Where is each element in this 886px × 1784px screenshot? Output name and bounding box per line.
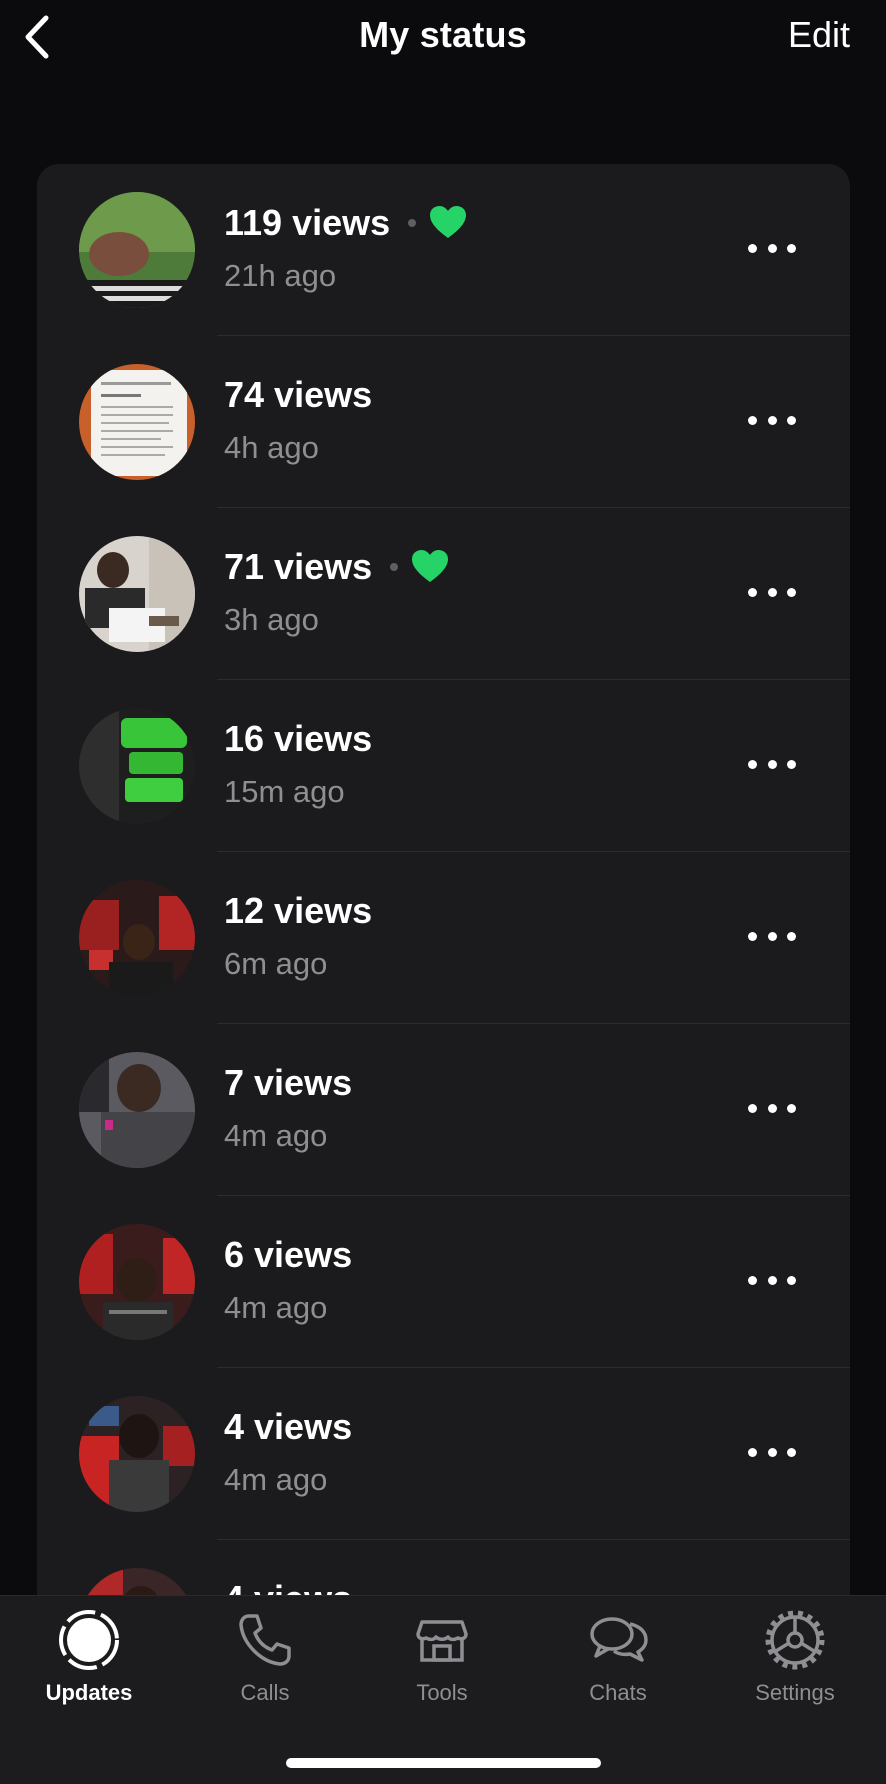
views-label: 6 views — [224, 1234, 353, 1275]
views-label: 12 views — [224, 890, 373, 931]
time-ago: 4m ago — [224, 1290, 328, 1325]
status-row[interactable]: 6 views 4m ago — [37, 1196, 850, 1368]
more-options-button[interactable] — [748, 228, 796, 268]
time-ago: 4h ago — [224, 430, 319, 465]
tab-label: Chats — [589, 1680, 647, 1705]
status-row[interactable]: 4 views 4m ago — [37, 1368, 850, 1540]
ellipsis-icon — [748, 931, 757, 941]
more-options-button[interactable] — [748, 1088, 796, 1128]
phone-icon — [239, 1614, 291, 1666]
my-status-screen: My status Edit 119 views 21h ago 74 view… — [0, 0, 886, 1784]
separator-dot — [408, 219, 417, 227]
status-thumbnail — [79, 1052, 195, 1168]
views-label: 71 views — [224, 546, 373, 587]
header: My status Edit — [0, 0, 886, 80]
tab-label: Tools — [416, 1680, 468, 1705]
time-ago: 4m ago — [224, 1462, 328, 1497]
status-thumbnail — [79, 708, 195, 824]
status-thumbnail — [79, 364, 195, 480]
tab-settings[interactable]: Settings — [715, 1608, 875, 1706]
time-ago: 3h ago — [224, 602, 319, 637]
views-label: 7 views — [224, 1062, 353, 1103]
ellipsis-icon — [748, 1447, 757, 1457]
separator-dot — [390, 563, 399, 571]
tab-bar: Updates Calls Tools Chats Settings — [0, 1595, 886, 1784]
more-options-button[interactable] — [748, 572, 796, 612]
views-count: 4 views — [224, 1406, 352, 1448]
status-thumbnail — [79, 880, 195, 996]
status-thumbnail — [79, 192, 195, 308]
ellipsis-icon — [748, 243, 757, 253]
views-count: 7 views — [224, 1062, 352, 1104]
status-thumbnail — [79, 536, 195, 652]
time-ago: 15m ago — [224, 774, 345, 809]
home-indicator[interactable] — [286, 1758, 601, 1768]
views-count: 12 views — [224, 890, 372, 932]
page-title: My status — [359, 14, 527, 55]
status-row[interactable]: 16 views 15m ago — [37, 680, 850, 852]
status-row[interactable]: 12 views 6m ago — [37, 852, 850, 1024]
heart-icon — [412, 550, 449, 582]
tab-label: Calls — [240, 1680, 290, 1705]
tab-tools[interactable]: Tools — [362, 1608, 522, 1706]
status-thumbnail — [79, 1224, 195, 1340]
ellipsis-icon — [748, 415, 757, 425]
views-count: 74 views — [224, 374, 372, 416]
tab-chats[interactable]: Chats — [538, 1608, 698, 1706]
more-options-button[interactable] — [748, 916, 796, 956]
tab-updates[interactable]: Updates — [9, 1608, 169, 1706]
more-options-button[interactable] — [748, 744, 796, 784]
more-options-button[interactable] — [748, 400, 796, 440]
status-row[interactable]: 119 views 21h ago — [37, 164, 850, 336]
views-label: 4 views — [224, 1406, 353, 1447]
status-row[interactable]: 71 views 3h ago — [37, 508, 850, 680]
tab-label: Updates — [45, 1680, 133, 1705]
views-label: 16 views — [224, 718, 373, 759]
more-options-button[interactable] — [748, 1260, 796, 1300]
views-count: 119 views — [224, 202, 467, 244]
tab-label: Settings — [755, 1680, 835, 1705]
views-label: 74 views — [224, 374, 373, 415]
updates-icon — [59, 1610, 119, 1670]
views-count: 16 views — [224, 718, 372, 760]
tab-calls[interactable]: Calls — [185, 1608, 345, 1706]
views-count: 6 views — [224, 1234, 352, 1276]
gear-icon — [765, 1610, 825, 1670]
views-label: 119 views — [224, 202, 391, 243]
status-row[interactable]: 74 views 4h ago — [37, 336, 850, 508]
ellipsis-icon — [748, 1275, 757, 1285]
storefront-icon — [416, 1620, 468, 1662]
time-ago: 6m ago — [224, 946, 328, 981]
ellipsis-icon — [748, 759, 757, 769]
status-list: 119 views 21h ago 74 views 4h ago 71 vie… — [37, 164, 850, 1624]
time-ago: 4m ago — [224, 1118, 328, 1153]
status-thumbnail — [79, 1396, 195, 1512]
views-count: 71 views — [224, 546, 449, 588]
heart-icon — [430, 206, 467, 238]
edit-button[interactable]: Edit — [788, 14, 850, 56]
time-ago: 21h ago — [224, 258, 337, 293]
ellipsis-icon — [748, 587, 757, 597]
chat-bubbles-icon — [590, 1617, 648, 1662]
ellipsis-icon — [748, 1103, 757, 1113]
more-options-button[interactable] — [748, 1432, 796, 1472]
status-row[interactable]: 7 views 4m ago — [37, 1024, 850, 1196]
